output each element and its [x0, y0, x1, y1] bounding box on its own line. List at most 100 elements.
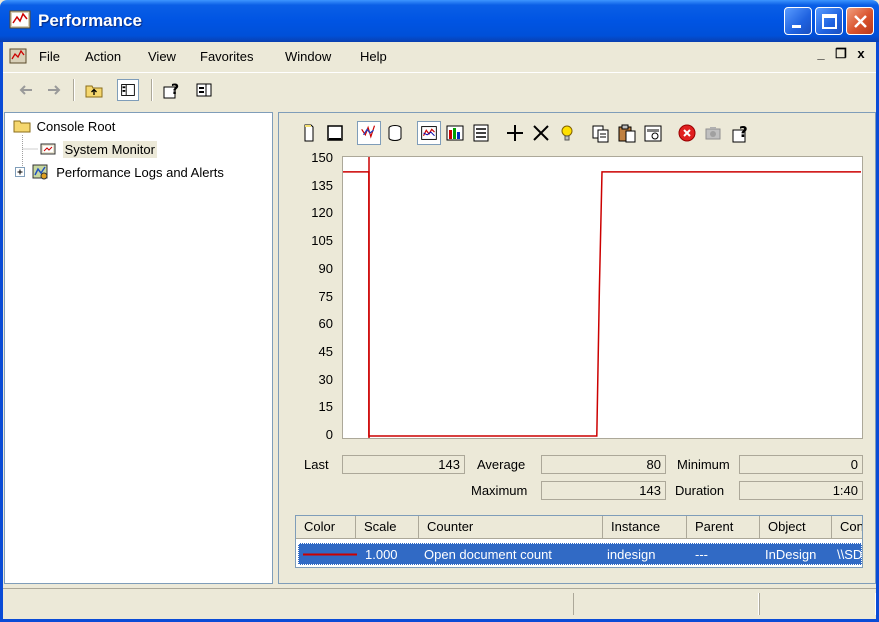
- view-histogram-icon[interactable]: [443, 121, 467, 145]
- menu-view[interactable]: View: [148, 49, 176, 64]
- mdi-restore-button[interactable]: ❐: [832, 46, 850, 64]
- mdi-close-button[interactable]: x: [852, 46, 870, 64]
- y-tick-label: 90: [318, 260, 333, 276]
- menu-favorites[interactable]: Favorites: [200, 49, 253, 64]
- y-tick-label: 75: [318, 288, 333, 304]
- menu-file[interactable]: File: [39, 49, 60, 64]
- title-bar[interactable]: Performance: [0, 0, 879, 42]
- maximize-button[interactable]: [815, 7, 843, 35]
- column-header-computer[interactable]: Con: [832, 516, 862, 539]
- column-header-counter[interactable]: Counter: [419, 516, 603, 539]
- minimize-icon: [792, 25, 801, 28]
- counter-list: Color Scale Counter Instance Parent Obje…: [295, 515, 863, 568]
- minimum-label: Minimum: [677, 457, 730, 472]
- menu-action[interactable]: Action: [85, 49, 121, 64]
- clear-display-icon[interactable]: [323, 121, 347, 145]
- show-hide-tree-icon[interactable]: [117, 79, 139, 101]
- y-tick-label: 105: [311, 233, 333, 249]
- mdi-window-controls: _ ❐ x: [812, 46, 870, 66]
- y-tick-label: 150: [311, 150, 333, 165]
- folder-icon: [13, 120, 31, 133]
- back-arrow-icon[interactable]: [15, 79, 37, 101]
- view-graph-icon[interactable]: [417, 121, 441, 145]
- duration-label: Duration: [675, 483, 725, 498]
- close-button[interactable]: [846, 7, 874, 35]
- column-header-object[interactable]: Object: [760, 516, 832, 539]
- maximize-icon: [822, 14, 837, 29]
- mdi-system-menu-icon[interactable]: [9, 47, 27, 65]
- series-line: [343, 171, 861, 437]
- column-header-color[interactable]: Color: [296, 516, 356, 539]
- performance-graph: [342, 156, 863, 439]
- status-pane: [573, 593, 759, 615]
- counter-instance: indesign: [607, 547, 656, 562]
- column-header-scale[interactable]: Scale: [356, 516, 419, 539]
- duration-value: 1:40: [739, 481, 863, 500]
- tree-item-label: Performance Logs and Alerts: [56, 165, 224, 180]
- tree-item-system-monitor[interactable]: System Monitor: [39, 141, 157, 158]
- svg-text:?: ?: [171, 82, 179, 98]
- column-header-parent[interactable]: Parent: [687, 516, 760, 539]
- counter-row[interactable]: 1.000 Open document count indesign --- I…: [298, 543, 862, 565]
- menu-help[interactable]: Help: [360, 49, 387, 64]
- graph-canvas: [343, 157, 861, 438]
- view-log-data-icon[interactable]: [383, 121, 407, 145]
- up-folder-icon[interactable]: [83, 79, 105, 101]
- status-bar: [3, 588, 876, 618]
- counter-color-swatch: [303, 553, 357, 556]
- minimum-value: 0: [739, 455, 863, 474]
- last-value: 143: [342, 455, 465, 474]
- maximum-label: Maximum: [471, 483, 528, 498]
- copy-properties-icon[interactable]: [589, 121, 613, 145]
- svg-text:?: ?: [739, 123, 748, 141]
- forward-arrow-icon[interactable]: [43, 79, 65, 101]
- counter-computer: \\SD: [837, 547, 863, 562]
- maximum-value: 143: [541, 481, 666, 500]
- window-title: Performance: [38, 11, 142, 30]
- y-tick-label: 30: [318, 371, 333, 387]
- counter-parent: ---: [695, 547, 708, 562]
- status-pane: [759, 593, 876, 615]
- y-tick-label: 45: [318, 343, 333, 359]
- menu-bar: File Action View Favorites Window Help _…: [3, 42, 876, 70]
- freeze-display-icon[interactable]: [675, 121, 699, 145]
- y-tick-label: 120: [311, 205, 333, 221]
- tree-item-label: Console Root: [36, 119, 116, 134]
- y-tick-label: 60: [318, 316, 333, 332]
- minimize-button[interactable]: [784, 7, 812, 35]
- view-current-activity-icon[interactable]: [357, 121, 381, 145]
- system-monitor-toolbar: ?: [289, 121, 869, 147]
- counter-object: InDesign: [765, 547, 817, 562]
- y-tick-label: 135: [311, 177, 333, 193]
- system-monitor-icon: [40, 143, 56, 155]
- menu-window[interactable]: Window: [285, 49, 331, 64]
- y-tick-label: 0: [325, 427, 333, 442]
- column-header-instance[interactable]: Instance: [603, 516, 687, 539]
- mdi-minimize-button[interactable]: _: [812, 46, 830, 64]
- help-icon[interactable]: ?: [729, 121, 753, 145]
- highlight-icon[interactable]: [555, 121, 579, 145]
- average-value: 80: [541, 455, 666, 474]
- average-label: Average: [477, 457, 526, 472]
- performance-logs-icon: [32, 164, 48, 180]
- action-pane-icon[interactable]: [193, 79, 215, 101]
- toolbar-separator: [151, 79, 153, 101]
- view-report-icon[interactable]: [469, 121, 493, 145]
- help-icon[interactable]: ?: [161, 79, 183, 101]
- paste-counter-list-icon[interactable]: [615, 121, 639, 145]
- counter-name: Open document count: [424, 547, 552, 562]
- tree-item-label: System Monitor: [62, 141, 157, 158]
- last-label: Last: [304, 457, 329, 472]
- delete-counter-icon[interactable]: [529, 121, 553, 145]
- expand-icon[interactable]: [15, 166, 27, 178]
- tree-item-console-root[interactable]: Console Root: [13, 119, 117, 134]
- toolbar-separator: [73, 79, 75, 101]
- performance-monitor-icon: [9, 10, 31, 29]
- update-data-icon[interactable]: [701, 121, 725, 145]
- properties-icon[interactable]: [641, 121, 665, 145]
- tree-item-performance-logs[interactable]: Performance Logs and Alerts: [15, 163, 226, 181]
- console-tree: Console Root System Monitor Performance …: [4, 112, 273, 584]
- counter-scale: 1.000: [365, 547, 398, 562]
- add-counter-icon[interactable]: [503, 121, 527, 145]
- new-counter-set-icon[interactable]: [297, 121, 321, 145]
